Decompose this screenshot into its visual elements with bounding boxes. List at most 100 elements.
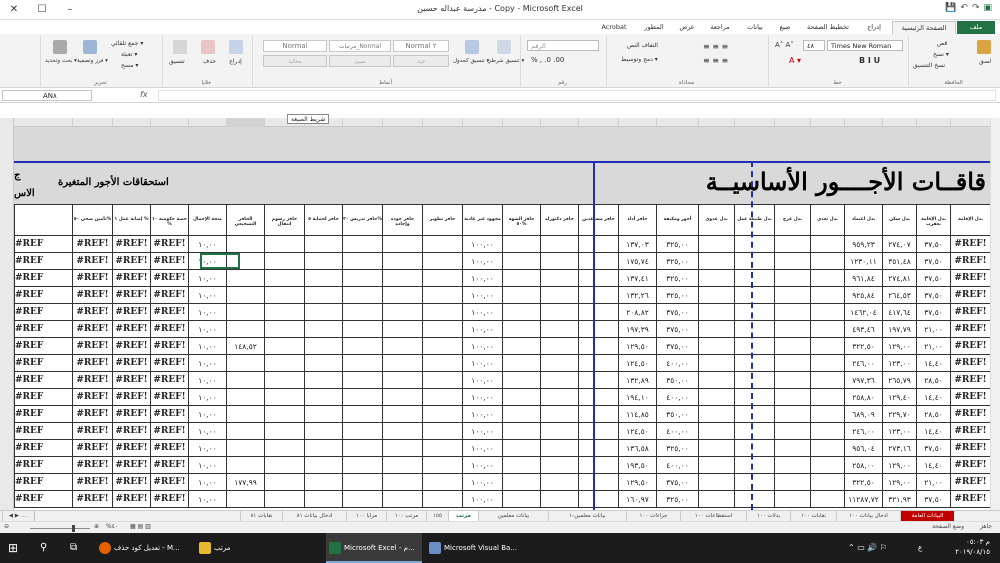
column-header-cell[interactable]: بدل طبيعة عمل [734,205,774,236]
table-cell[interactable]: ١١٤,٨٥ [618,406,656,423]
table-cell[interactable] [304,457,342,474]
format-as-table-icon[interactable] [465,40,479,54]
formula-input[interactable] [158,90,996,101]
table-cell[interactable] [810,406,844,423]
format-as-table-button[interactable]: تنسيق كجدول ▾ [453,58,489,64]
table-cell[interactable] [422,372,462,389]
table-cell[interactable] [264,423,304,440]
table-cell[interactable]: ١٢٣٠,١١ [844,253,882,270]
table-cell[interactable]: #REF! [112,270,150,287]
column-header[interactable] [72,118,112,127]
table-cell[interactable] [264,253,304,270]
table-cell[interactable]: ١٢٩,٠٠ [882,474,916,491]
table-cell[interactable]: ١٠٠,٠٠ [462,287,502,304]
table-cell[interactable]: ١٣٧,٠٣ [618,236,656,253]
table-cell[interactable] [342,440,382,457]
table-cell[interactable]: ٢٨,٥٠ [916,372,950,389]
merge-center-button[interactable]: دمج وتوسيط ▾ [621,56,658,63]
table-cell[interactable] [578,440,618,457]
tab-page-layout[interactable]: تخطيط الصفحة [800,21,856,34]
table-cell[interactable] [578,406,618,423]
table-cell[interactable] [502,372,540,389]
tab-developer[interactable]: المطور [636,21,672,34]
table-cell[interactable] [226,440,264,457]
table-cell[interactable] [422,236,462,253]
column-header-cell[interactable]: بدل غرج [774,205,810,236]
column-header[interactable] [188,118,226,127]
table-cell[interactable]: #REF! [72,287,112,304]
table-cell[interactable] [540,321,578,338]
fill-button[interactable]: تعبئة ▾ [121,51,137,58]
table-cell[interactable] [382,491,422,508]
table-cell[interactable]: ١٩٧,٧٩ [882,321,916,338]
table-cell[interactable]: #REF! [14,355,44,372]
table-cell[interactable]: ١٢٣,٠٠ [882,423,916,440]
table-cell[interactable]: ١٤,٤٠ [916,355,950,372]
column-header-cell[interactable]: حافز الشهة ٥٠% [502,205,540,236]
table-cell[interactable] [734,270,774,287]
table-cell[interactable]: ١٤,٤٠ [916,389,950,406]
start-windows-icon[interactable]: ⊞ [8,533,18,563]
table-cell[interactable] [734,474,774,491]
insert-cells-icon[interactable] [229,40,243,54]
table-cell[interactable] [304,423,342,440]
table-cell[interactable]: ١٤٨,٥٢ [226,338,264,355]
table-cell[interactable] [774,355,810,372]
table-cell[interactable] [342,457,382,474]
table-cell[interactable] [810,270,844,287]
table-cell[interactable] [264,406,304,423]
conditional-format-button[interactable]: تنسيق شرطي ▾ [487,58,524,64]
table-cell[interactable]: ١٠,٠٠ [188,304,226,321]
table-cell[interactable] [502,406,540,423]
table-cell[interactable] [774,321,810,338]
table-cell[interactable] [698,270,734,287]
table-cell[interactable]: ٤٠٠,٠٠ [656,355,698,372]
table-cell[interactable]: ٣٢٥,٠٠ [656,270,698,287]
column-header-cell[interactable]: أجور ومكيفة [656,205,698,236]
table-cell[interactable]: ١٠٠,٠٠ [462,474,502,491]
table-cell[interactable]: ١٠,٠٠ [188,474,226,491]
table-cell[interactable]: ٢٨,٥٠ [916,406,950,423]
clock[interactable]: م ٠٥:٠٣ ٢٠١٩/٠٨/١٥ [934,537,990,557]
column-header[interactable] [916,118,950,127]
table-cell[interactable]: #REF! [112,321,150,338]
table-cell[interactable]: ١٠,٠٠ [188,423,226,440]
table-cell[interactable] [382,474,422,491]
table-cell[interactable] [342,423,382,440]
table-cell[interactable]: ٣٧,٥٠ [916,440,950,457]
table-cell[interactable] [698,457,734,474]
table-cell[interactable] [502,457,540,474]
table-cell[interactable]: #REF! [950,423,990,440]
table-cell[interactable]: #REF! [950,474,990,491]
table-cell[interactable]: ٦٨٩,٠٩ [844,406,882,423]
table-cell[interactable] [304,321,342,338]
table-cell[interactable]: ٤٠٠,٠٠ [656,457,698,474]
table-cell[interactable]: #REF! [14,321,44,338]
tab-file[interactable]: ملف [957,21,995,34]
zoom-slider-track[interactable] [30,528,90,529]
align-left-icon[interactable]: ≡ ≡ ≡ [703,56,728,65]
column-header-cell[interactable]: حافز لحماية ٥ [304,205,342,236]
table-cell[interactable]: #REF! [950,253,990,270]
table-cell[interactable] [774,304,810,321]
taskbar-item-firefox[interactable]: تعديل كود حذف - M... [96,533,188,563]
table-cell[interactable]: #REF! [112,474,150,491]
table-cell[interactable]: ١٠,٠٠ [188,338,226,355]
table-cell[interactable] [502,474,540,491]
table-cell[interactable] [734,423,774,440]
table-cell[interactable]: ١٠,٠٠ [188,355,226,372]
table-cell[interactable] [502,440,540,457]
table-cell[interactable]: ٢٥٨,٨٠ [844,389,882,406]
table-cell[interactable]: ١٠٠,٠٠ [462,389,502,406]
table-cell[interactable] [342,321,382,338]
column-header[interactable] [342,118,382,127]
table-cell[interactable] [734,321,774,338]
table-cell[interactable]: ١٢٤,٥٠ [618,423,656,440]
table-cell[interactable]: ٣٢٥,٠٠ [656,253,698,270]
table-cell[interactable] [502,270,540,287]
table-cell[interactable] [264,491,304,508]
table-cell[interactable]: #REF! [150,287,188,304]
percent-icon[interactable]: % , .0 .00 [531,56,564,64]
table-cell[interactable]: #REF! [14,304,44,321]
table-cell[interactable]: #REF! [150,440,188,457]
